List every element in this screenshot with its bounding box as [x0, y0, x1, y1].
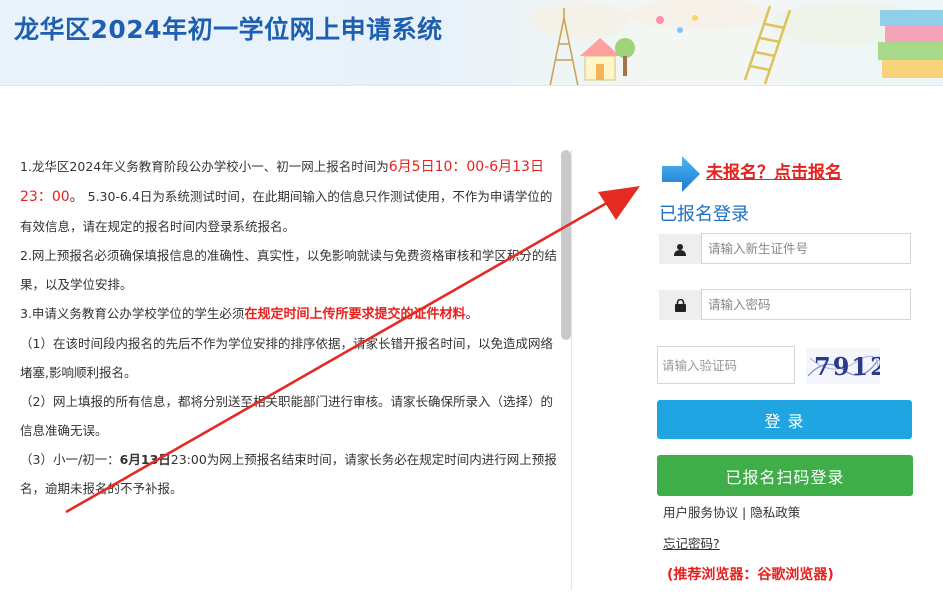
link-separator: | — [742, 505, 747, 520]
password-input[interactable] — [701, 289, 911, 320]
captcha-input[interactable] — [657, 346, 795, 384]
header-banner: 龙华区2024年初一学位网上申请系统 — [0, 0, 943, 86]
header-decoration-illustration — [530, 0, 943, 85]
notice-paragraph-3: 3.申请义务教育公办学校学位的学生必须在规定时间上传所要求提交的证件材料。 — [20, 299, 560, 329]
register-link[interactable]: 未报名？点击报名 — [706, 158, 842, 183]
policy-links: 用户服务协议 | 隐私政策 — [663, 502, 800, 521]
document-upload-highlight: 在规定时间上传所要求提交的证件材料 — [244, 307, 466, 322]
notice-text: 5.30-6.4日为系统测试时间，在此期间输入的信息只作测试使用，不作为申请学位… — [20, 189, 553, 234]
user-icon — [659, 234, 701, 264]
notice-panel: 1.龙华区2024年义务教育阶段公办学校小一、初一网上报名时间为6月5日10：0… — [20, 152, 560, 592]
panel-divider — [571, 150, 572, 590]
forgot-password-link[interactable]: 忘记密码? — [663, 533, 720, 552]
deadline-date: 6月13日 — [119, 452, 171, 467]
page-title: 龙华区2024年初一学位网上申请系统 — [14, 15, 443, 44]
login-button[interactable]: 登 录 — [657, 400, 912, 439]
lock-icon — [659, 290, 701, 320]
notice-text: （3）小一/初一： — [20, 452, 120, 467]
scrollbar-thumb[interactable] — [561, 150, 571, 340]
notice-paragraph-6: （3）小一/初一：6月13日23:00为网上预报名结束时间，请家长务必在规定时间… — [20, 445, 560, 503]
captcha-image[interactable]: 7912 — [806, 348, 880, 384]
scan-login-button[interactable]: 已报名扫码登录 — [657, 455, 913, 496]
notice-text: 3.申请义务教育公办学校学位的学生必须 — [20, 306, 245, 321]
notice-paragraph-5: （2）网上填报的所有信息，都将分别送至相关职能部门进行审核。请家长确保所录入（选… — [20, 394, 553, 438]
notice-text: 。 — [69, 189, 84, 205]
captcha-text: 7912 — [814, 352, 880, 381]
notice-paragraph-1: 1.龙华区2024年义务教育阶段公办学校小一、初一网上报名时间为6月5日10：0… — [20, 152, 560, 241]
blue-arrow-icon — [662, 156, 700, 192]
notice-text: 1.龙华区2024年义务教育阶段公办学校小一、初一网上报名时间为 — [20, 159, 389, 174]
login-title: 已报名登录 — [659, 204, 749, 225]
notice-paragraph-4: （1）在该时间段内报名的先后不作为学位安排的排序依据，请家长错开报名时间，以免造… — [20, 336, 553, 380]
notice-paragraph-2: 2.网上预报名必须确保填报信息的准确性、真实性，以免影响就读与免费资格审核和学区… — [20, 248, 557, 292]
user-agreement-link[interactable]: 用户服务协议 — [663, 505, 738, 520]
notice-scrollbar[interactable] — [561, 150, 571, 590]
browser-tip: (推荐浏览器：谷歌浏览器) — [667, 567, 834, 583]
notice-text: 。 — [465, 306, 478, 321]
privacy-policy-link[interactable]: 隐私政策 — [750, 505, 800, 520]
id-number-input[interactable] — [701, 233, 911, 264]
